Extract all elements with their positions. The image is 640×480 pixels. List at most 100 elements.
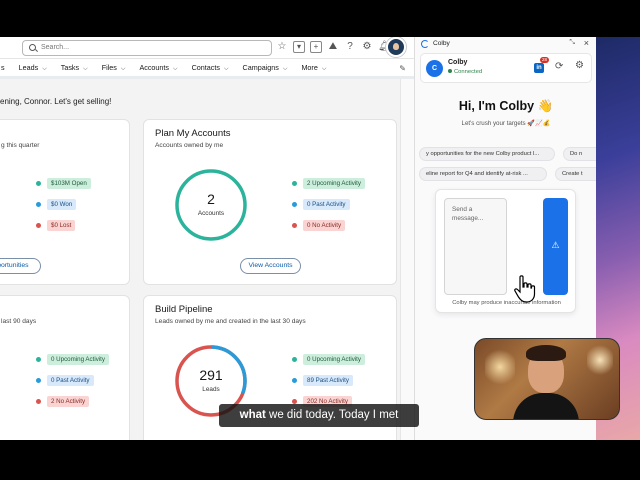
nav-item-truncated[interactable]: s xyxy=(0,63,12,73)
close-deals-card: g this quarter $103M Open $0 Won $0 Lost… xyxy=(0,119,130,285)
global-search-input[interactable]: Search... xyxy=(22,40,272,56)
legend-dot xyxy=(292,181,297,186)
legend-open: $103M Open xyxy=(36,178,91,189)
webcam-overlay xyxy=(474,338,620,420)
unpin-icon[interactable]: ⤡ xyxy=(569,39,575,47)
badge-open: $103M Open xyxy=(47,178,91,189)
help-icon[interactable]: ? xyxy=(344,41,356,53)
badge-past: 89 Past Activity xyxy=(303,375,353,386)
disclaimer-text: Colby may produce inaccurate information xyxy=(452,300,561,306)
legend-lost: $0 Lost xyxy=(36,220,76,231)
caption-highlight: what xyxy=(239,409,266,421)
favorites-dropdown-icon[interactable]: ▾ xyxy=(293,41,305,53)
plan-my-accounts-card: Plan My Accounts Accounts owned by me 2 … xyxy=(143,119,397,285)
card-title: Plan My Accounts xyxy=(155,128,231,139)
favorites-star-icon[interactable]: ☆ xyxy=(276,41,288,53)
badge-upcoming: 2 Upcoming Activity xyxy=(303,178,365,189)
legend-dot xyxy=(36,399,41,404)
legend-dot xyxy=(292,223,297,228)
badge-past: 0 Past Activity xyxy=(47,375,94,386)
engage-leads-card: last 90 days 0 Upcoming Activity 0 Past … xyxy=(0,295,130,440)
status-dot xyxy=(448,69,452,73)
edit-nav-pencil-icon[interactable]: ✎ xyxy=(399,64,406,73)
colby-logo-icon xyxy=(421,40,429,48)
salesforce-app: Search... ☆ ▾ + ⛰ ? ⚙ 🔔︎ s Leads ⌵ Tasks ⌵… xyxy=(0,37,414,440)
header-icons: ☆ ▾ + ⛰ ? ⚙ 🔔︎ xyxy=(276,41,391,53)
message-composer: Send a message... ⚠ Colby may produce in… xyxy=(435,189,576,313)
nav-item-contacts[interactable]: Contacts ⌵ xyxy=(185,63,236,73)
colby-window-header: Colby ⤡ × xyxy=(415,37,596,51)
badge-upcoming: 0 Upcoming Activity xyxy=(47,354,109,365)
setup-gear-icon[interactable]: ⚙ xyxy=(361,41,373,53)
page-greeting: ening, Connor. Let's get selling! xyxy=(0,97,112,106)
suggestion-chip[interactable]: y opportunities for the new Colby produc… xyxy=(419,147,555,161)
chevron-down-icon[interactable]: ⌵ xyxy=(121,66,126,72)
gear-icon[interactable]: ⚙ xyxy=(575,60,584,71)
badge-upcoming: 0 Upcoming Activity xyxy=(303,354,365,365)
legend-dot xyxy=(36,378,41,383)
badge-no-activity: 0 No Activity xyxy=(303,220,346,231)
badge-lost: $0 Lost xyxy=(47,220,76,231)
legend-dot xyxy=(292,378,297,383)
close-icon[interactable]: × xyxy=(584,38,589,48)
leads-count: 291 xyxy=(199,367,223,383)
legend-upcoming: 0 Upcoming Activity xyxy=(36,354,109,365)
refresh-icon[interactable]: ⟳ xyxy=(555,61,563,72)
legend-dot xyxy=(36,357,41,362)
colby-window-title: Colby xyxy=(433,40,450,47)
suggestion-chip[interactable]: Create t xyxy=(555,167,596,181)
card-subtitle: Accounts owned by me xyxy=(155,142,224,149)
hand-pointer-cursor-icon xyxy=(514,275,536,303)
nav-item-accounts[interactable]: Accounts ⌵ xyxy=(132,63,184,73)
accounts-count-label: Accounts xyxy=(197,210,225,217)
chevron-down-icon[interactable]: ⌵ xyxy=(173,66,178,72)
chevron-down-icon[interactable]: ⌵ xyxy=(42,66,47,72)
search-placeholder: Search... xyxy=(41,44,70,51)
legend-dot xyxy=(36,181,41,186)
card-title: Build Pipeline xyxy=(155,304,213,315)
badge-no-activity: 2 No Activity xyxy=(47,396,90,407)
card-subtitle: last 90 days xyxy=(1,318,37,325)
message-input[interactable]: Send a message... xyxy=(444,198,507,295)
view-opportunities-button[interactable]: pportunities xyxy=(0,258,41,274)
nav-item-leads[interactable]: Leads ⌵ xyxy=(12,63,54,73)
chevron-down-icon[interactable]: ⌵ xyxy=(283,66,288,72)
nav-item-tasks[interactable]: Tasks ⌵ xyxy=(54,63,95,73)
video-caption: what we did today. Today I met xyxy=(219,404,419,427)
legend-dot xyxy=(36,223,41,228)
global-actions-plus-icon[interactable]: + xyxy=(310,41,322,53)
search-icon xyxy=(29,44,36,51)
view-accounts-button[interactable]: View Accounts xyxy=(240,258,301,274)
trailhead-icon[interactable]: ⛰ xyxy=(327,41,339,53)
colby-name: Colby xyxy=(448,59,468,66)
legend-won: $0 Won xyxy=(36,199,77,210)
user-avatar[interactable] xyxy=(386,37,406,57)
caption-text: we did today. Today I met xyxy=(265,409,399,421)
chevron-down-icon[interactable]: ⌵ xyxy=(83,66,88,72)
legend-past: 0 Past Activity xyxy=(292,199,350,210)
badge-won: $0 Won xyxy=(47,199,77,210)
webcam-person-hair xyxy=(526,345,566,361)
linkedin-icon[interactable]: in xyxy=(534,63,544,73)
card-subtitle: g this quarter xyxy=(1,142,40,149)
nav-item-more[interactable]: More ⌵ xyxy=(294,63,333,73)
webcam-background-light xyxy=(485,347,515,387)
badge-past: 0 Past Activity xyxy=(303,199,350,210)
leads-count-label: Leads xyxy=(202,386,220,393)
send-warning-icon: ⚠ xyxy=(551,240,560,250)
suggestion-chip[interactable]: eline report for Q4 and identify at-risk… xyxy=(419,167,547,181)
legend-none: 2 No Activity xyxy=(36,396,90,407)
send-button[interactable]: ⚠ xyxy=(543,198,568,295)
suggestion-chip[interactable]: Do n xyxy=(563,147,596,161)
chevron-down-icon[interactable]: ⌵ xyxy=(322,66,327,72)
colby-avatar: C xyxy=(426,60,443,77)
chevron-down-icon[interactable]: ⌵ xyxy=(224,66,229,72)
nav-items: s Leads ⌵ Tasks ⌵ Files ⌵ Accounts ⌵ Contact… xyxy=(0,63,333,73)
connection-status: Connected xyxy=(448,69,482,75)
page-scrollbar[interactable] xyxy=(400,79,414,440)
webcam-background-light xyxy=(587,343,613,377)
nav-item-campaigns[interactable]: Campaigns ⌵ xyxy=(236,63,295,73)
nav-item-files[interactable]: Files ⌵ xyxy=(95,63,133,73)
legend-dot xyxy=(292,357,297,362)
legend-none: 0 No Activity xyxy=(292,220,346,231)
